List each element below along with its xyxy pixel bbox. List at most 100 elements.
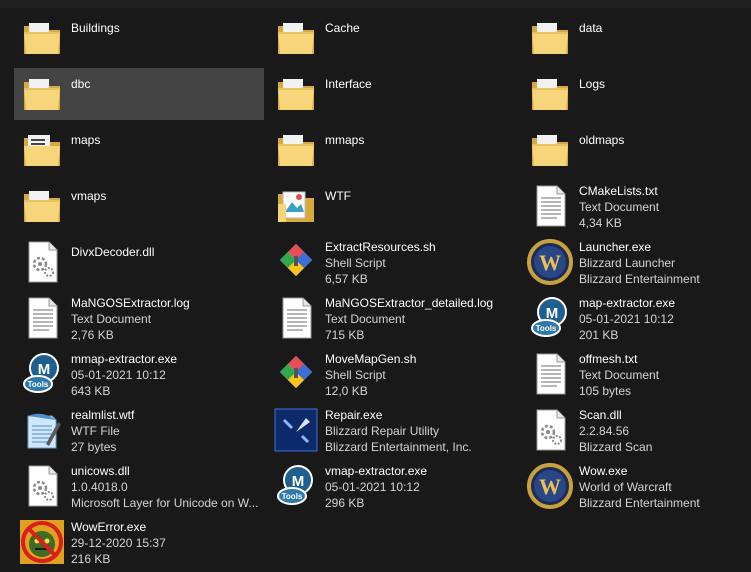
dll-icon xyxy=(526,406,574,454)
file-item[interactable]: W Wow.exe World of Warcraft Blizzard Enter… xyxy=(522,460,751,512)
file-details: mmaps xyxy=(325,132,517,148)
file-item[interactable]: WTF xyxy=(268,180,518,232)
file-detail-line: 715 KB xyxy=(325,328,365,342)
file-item[interactable]: M Tools mmap-extractor.exe 05-01-2021 10:… xyxy=(14,348,264,400)
file-detail-line: Blizzard Entertainment xyxy=(579,272,700,286)
file-name: maps xyxy=(71,133,101,147)
explorer-top-edge xyxy=(0,0,751,8)
folder-icon xyxy=(526,126,574,174)
file-detail-line: 643 KB xyxy=(71,384,111,398)
wow-icon: W xyxy=(526,462,574,510)
folder-image-icon xyxy=(272,182,320,230)
file-detail-line: WTF File xyxy=(71,424,120,438)
file-item[interactable]: data xyxy=(522,12,751,64)
file-detail-line: 05-01-2021 10:12 xyxy=(325,480,420,494)
file-detail-line: 05-01-2021 10:12 xyxy=(71,368,166,382)
wow-error-icon xyxy=(18,518,66,566)
file-item[interactable]: Scan.dll 2.2.84.56 Blizzard Scan xyxy=(522,404,751,456)
file-details: maps xyxy=(71,132,263,148)
file-detail-line: 05-01-2021 10:12 xyxy=(579,312,674,326)
file-name: DivxDecoder.dll xyxy=(71,245,155,259)
file-name: Cache xyxy=(325,21,360,35)
file-details: Scan.dll 2.2.84.56 Blizzard Scan xyxy=(579,407,751,455)
file-details: vmap-extractor.exe 05-01-2021 10:12 296 KB xyxy=(325,463,517,511)
file-details: MoveMapGen.sh Shell Script 12,0 KB xyxy=(325,351,517,399)
file-details: offmesh.txt Text Document 105 bytes xyxy=(579,351,751,399)
file-item[interactable]: DivxDecoder.dll xyxy=(14,236,264,288)
file-details: WowError.exe 29-12-2020 15:37 216 KB xyxy=(71,519,263,567)
file-item[interactable]: WowError.exe 29-12-2020 15:37 216 KB xyxy=(14,516,264,568)
file-item[interactable]: MaNGOSExtractor.log Text Document 2,76 KB xyxy=(14,292,264,344)
file-detail-line: 27 bytes xyxy=(71,440,117,454)
file-name: dbc xyxy=(71,77,91,91)
repair-icon xyxy=(272,406,320,454)
file-name: MoveMapGen.sh xyxy=(325,352,417,366)
folder-icon xyxy=(526,70,574,118)
file-detail-line: Blizzard Entertainment xyxy=(579,496,700,510)
file-detail-line: 216 KB xyxy=(71,552,111,566)
text-document-icon xyxy=(272,294,320,342)
file-detail-line: Blizzard Scan xyxy=(579,440,653,454)
svg-text:W: W xyxy=(539,474,561,499)
file-item[interactable]: mmaps xyxy=(268,124,518,176)
file-details: oldmaps xyxy=(579,132,751,148)
file-detail-line: Text Document xyxy=(71,312,152,326)
file-detail-line: 296 KB xyxy=(325,496,365,510)
file-name: Launcher.exe xyxy=(579,240,652,254)
file-details: ExtractResources.sh Shell Script 6,57 KB xyxy=(325,239,517,287)
file-item[interactable]: Logs xyxy=(522,68,751,120)
dll-icon xyxy=(18,462,66,510)
file-item[interactable]: Buildings xyxy=(14,12,264,64)
file-item[interactable]: maps xyxy=(14,124,264,176)
file-detail-line: Text Document xyxy=(325,312,406,326)
file-item[interactable]: CMakeLists.txt Text Document 4,34 KB xyxy=(522,180,751,232)
file-name: mmaps xyxy=(325,133,365,147)
shell-script-icon xyxy=(272,350,320,398)
file-item[interactable]: MoveMapGen.sh Shell Script 12,0 KB xyxy=(268,348,518,400)
notepad-icon xyxy=(18,406,66,454)
folder-icon xyxy=(18,70,66,118)
file-item[interactable]: unicows.dll 1.0.4018.0 Microsoft Layer for… xyxy=(14,460,264,512)
folder-icon xyxy=(526,14,574,62)
file-details: unicows.dll 1.0.4018.0 Microsoft Layer for… xyxy=(71,463,263,511)
file-name: WTF xyxy=(325,189,351,203)
file-item[interactable]: vmaps xyxy=(14,180,264,232)
file-name: map-extractor.exe xyxy=(579,296,676,310)
text-document-icon xyxy=(526,350,574,398)
file-item[interactable]: Interface xyxy=(268,68,518,120)
file-detail-line: Shell Script xyxy=(325,256,386,270)
mangos-tools-icon: M Tools xyxy=(18,350,66,398)
file-name: vmap-extractor.exe xyxy=(325,464,428,478)
file-grid: Buildings Cache data dbc Interface Logs xyxy=(14,12,751,572)
folder-icon xyxy=(272,70,320,118)
svg-text:Tools: Tools xyxy=(28,380,49,389)
mangos-tools-icon: M Tools xyxy=(272,462,320,510)
file-item[interactable]: M Tools vmap-extractor.exe 05-01-2021 10:… xyxy=(268,460,518,512)
folder-icon xyxy=(18,182,66,230)
file-item[interactable]: dbc xyxy=(14,68,264,120)
file-detail-line: Text Document xyxy=(579,368,660,382)
file-item[interactable]: Repair.exe Blizzard Repair Utility Blizzar… xyxy=(268,404,518,456)
file-detail-line: 201 KB xyxy=(579,328,619,342)
file-detail-line: Blizzard Repair Utility xyxy=(325,424,440,438)
file-item[interactable]: realmlist.wtf WTF File 27 bytes xyxy=(14,404,264,456)
file-detail-line: Microsoft Layer for Unicode on W... xyxy=(71,496,259,510)
file-details: Repair.exe Blizzard Repair Utility Blizzar… xyxy=(325,407,517,455)
file-name: Scan.dll xyxy=(579,408,622,422)
file-name: MaNGOSExtractor_detailed.log xyxy=(325,296,494,310)
file-item[interactable]: oldmaps xyxy=(522,124,751,176)
file-details: Wow.exe World of Warcraft Blizzard Enterta… xyxy=(579,463,751,511)
file-item[interactable]: ExtractResources.sh Shell Script 6,57 KB xyxy=(268,236,518,288)
file-detail-line: Text Document xyxy=(579,200,660,214)
file-item[interactable]: M Tools map-extractor.exe 05-01-2021 10:1… xyxy=(522,292,751,344)
file-name: vmaps xyxy=(71,189,107,203)
folder-icon xyxy=(272,14,320,62)
file-item[interactable]: Cache xyxy=(268,12,518,64)
file-item[interactable]: offmesh.txt Text Document 105 bytes xyxy=(522,348,751,400)
svg-text:Tools: Tools xyxy=(282,492,303,501)
file-item[interactable]: MaNGOSExtractor_detailed.log Text Documen… xyxy=(268,292,518,344)
file-detail-line: 29-12-2020 15:37 xyxy=(71,536,166,550)
file-item[interactable]: W Launcher.exe Blizzard Launcher Blizzard … xyxy=(522,236,751,288)
file-name: Interface xyxy=(325,77,372,91)
file-details: Interface xyxy=(325,76,517,92)
